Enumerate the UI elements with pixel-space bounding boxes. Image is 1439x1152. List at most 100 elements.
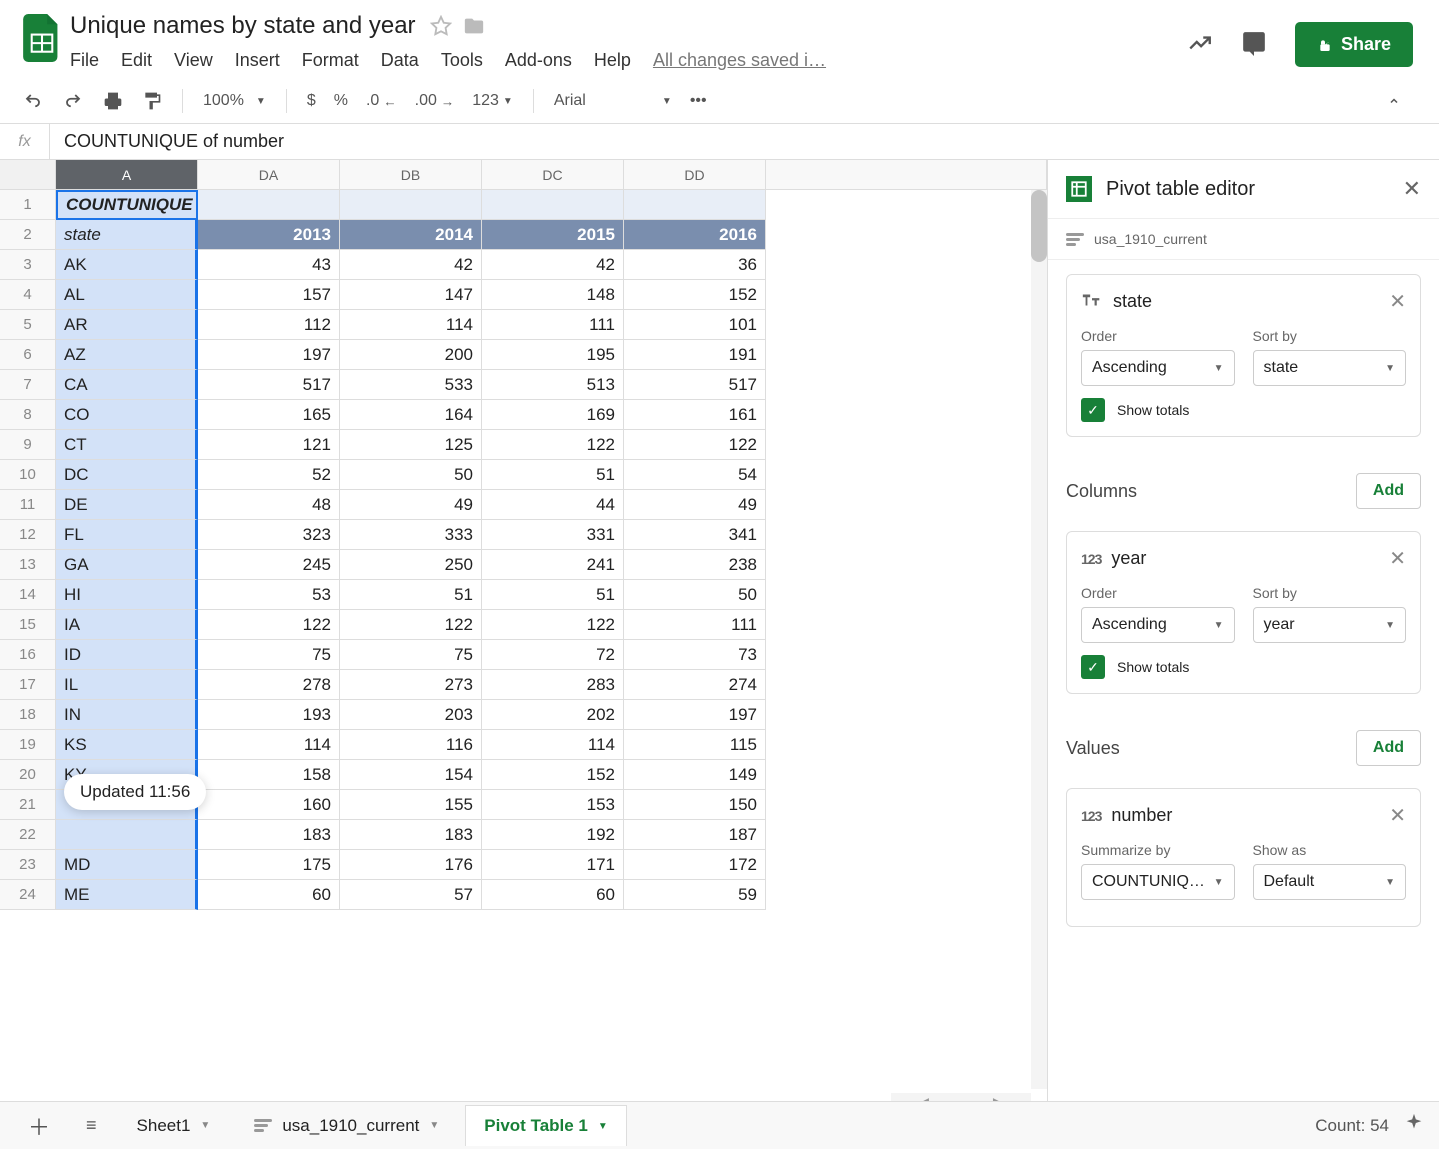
sortby-select[interactable]: year▼ (1253, 607, 1407, 643)
cell[interactable]: 513 (482, 370, 624, 400)
cell[interactable]: 122 (340, 610, 482, 640)
close-sidebar-button[interactable]: ✕ (1403, 176, 1421, 202)
sheets-logo[interactable] (18, 10, 66, 66)
cell[interactable] (624, 190, 766, 220)
row-header[interactable]: 15 (0, 610, 56, 640)
cell[interactable]: 49 (624, 490, 766, 520)
row-header[interactable]: 12 (0, 520, 56, 550)
row-header[interactable]: 8 (0, 400, 56, 430)
cell[interactable]: 172 (624, 850, 766, 880)
cell[interactable]: 333 (340, 520, 482, 550)
order-select[interactable]: Ascending▼ (1081, 607, 1235, 643)
menu-addons[interactable]: Add-ons (505, 50, 572, 71)
cell[interactable]: COUNTUNIQUE (56, 190, 198, 220)
cell[interactable]: 165 (198, 400, 340, 430)
cell[interactable]: 533 (340, 370, 482, 400)
cell[interactable]: 122 (198, 610, 340, 640)
row-header[interactable]: 3 (0, 250, 56, 280)
cell[interactable]: 250 (340, 550, 482, 580)
cell[interactable]: 164 (340, 400, 482, 430)
cell[interactable]: 75 (340, 640, 482, 670)
cell[interactable]: 51 (482, 580, 624, 610)
percent-button[interactable]: % (328, 88, 354, 114)
row-header[interactable]: 6 (0, 340, 56, 370)
tab-pivot[interactable]: Pivot Table 1▼ (465, 1105, 627, 1146)
select-all-corner[interactable] (0, 160, 56, 190)
cell[interactable]: 149 (624, 760, 766, 790)
cell[interactable]: 274 (624, 670, 766, 700)
cell[interactable]: 157 (198, 280, 340, 310)
cell[interactable]: CT (56, 430, 198, 460)
cell[interactable]: 278 (198, 670, 340, 700)
cell[interactable]: 125 (340, 430, 482, 460)
cell[interactable]: 115 (624, 730, 766, 760)
cell[interactable]: 238 (624, 550, 766, 580)
cell[interactable]: 50 (340, 460, 482, 490)
cell[interactable]: 155 (340, 790, 482, 820)
cell[interactable]: 43 (198, 250, 340, 280)
showas-select[interactable]: Default▼ (1253, 864, 1407, 900)
cell[interactable]: IL (56, 670, 198, 700)
cell[interactable]: 154 (340, 760, 482, 790)
col-header-dc[interactable]: DC (482, 160, 624, 190)
cell[interactable]: 187 (624, 820, 766, 850)
row-header[interactable]: 9 (0, 430, 56, 460)
cell[interactable]: 161 (624, 400, 766, 430)
summarize-select[interactable]: COUNTUNIQ…▼ (1081, 864, 1235, 900)
cell[interactable]: 153 (482, 790, 624, 820)
explore-button[interactable] (1403, 1112, 1425, 1139)
cell[interactable]: 147 (340, 280, 482, 310)
cell[interactable]: 101 (624, 310, 766, 340)
cell[interactable]: 60 (198, 880, 340, 910)
trend-icon[interactable] (1187, 30, 1213, 59)
menu-edit[interactable]: Edit (121, 50, 152, 71)
cell[interactable]: 241 (482, 550, 624, 580)
menu-insert[interactable]: Insert (235, 50, 280, 71)
cell[interactable]: 42 (340, 250, 482, 280)
data-source[interactable]: usa_1910_current (1048, 218, 1439, 260)
cell[interactable]: 50 (624, 580, 766, 610)
cell[interactable]: 158 (198, 760, 340, 790)
cell[interactable]: 2016 (624, 220, 766, 250)
cell[interactable]: 52 (198, 460, 340, 490)
font-select[interactable]: Arial▼ (548, 88, 678, 114)
cell[interactable]: AZ (56, 340, 198, 370)
cell[interactable]: 273 (340, 670, 482, 700)
col-header-dd[interactable]: DD (624, 160, 766, 190)
cell[interactable]: 203 (340, 700, 482, 730)
cell[interactable]: 42 (482, 250, 624, 280)
menu-file[interactable]: File (70, 50, 99, 71)
row-header[interactable]: 2 (0, 220, 56, 250)
cell[interactable]: KS (56, 730, 198, 760)
cell[interactable]: 192 (482, 820, 624, 850)
col-header-blank[interactable] (766, 160, 1047, 190)
folder-icon[interactable] (462, 15, 484, 37)
cell[interactable]: 183 (340, 820, 482, 850)
row-header[interactable]: 10 (0, 460, 56, 490)
cell[interactable]: 152 (482, 760, 624, 790)
row-header[interactable]: 23 (0, 850, 56, 880)
row-header[interactable]: 21 (0, 790, 56, 820)
cell[interactable]: 176 (340, 850, 482, 880)
cell[interactable]: 341 (624, 520, 766, 550)
more-button[interactable]: ••• (684, 88, 713, 114)
cell[interactable]: 193 (198, 700, 340, 730)
cell[interactable]: ME (56, 880, 198, 910)
remove-field-button[interactable]: ✕ (1389, 803, 1406, 828)
fx-label[interactable]: fx (0, 124, 50, 159)
currency-button[interactable]: $ (301, 88, 322, 114)
cell[interactable]: 114 (482, 730, 624, 760)
cell[interactable]: 150 (624, 790, 766, 820)
save-status[interactable]: All changes saved i… (653, 50, 826, 71)
tab-usa[interactable]: usa_1910_current▼ (236, 1106, 457, 1146)
cell[interactable]: 517 (624, 370, 766, 400)
cell[interactable]: 152 (624, 280, 766, 310)
col-header-db[interactable]: DB (340, 160, 482, 190)
cell[interactable]: 44 (482, 490, 624, 520)
cell[interactable]: 323 (198, 520, 340, 550)
cell[interactable]: GA (56, 550, 198, 580)
cell[interactable]: AK (56, 250, 198, 280)
remove-field-button[interactable]: ✕ (1389, 289, 1406, 314)
cell[interactable]: HI (56, 580, 198, 610)
cell[interactable]: 49 (340, 490, 482, 520)
